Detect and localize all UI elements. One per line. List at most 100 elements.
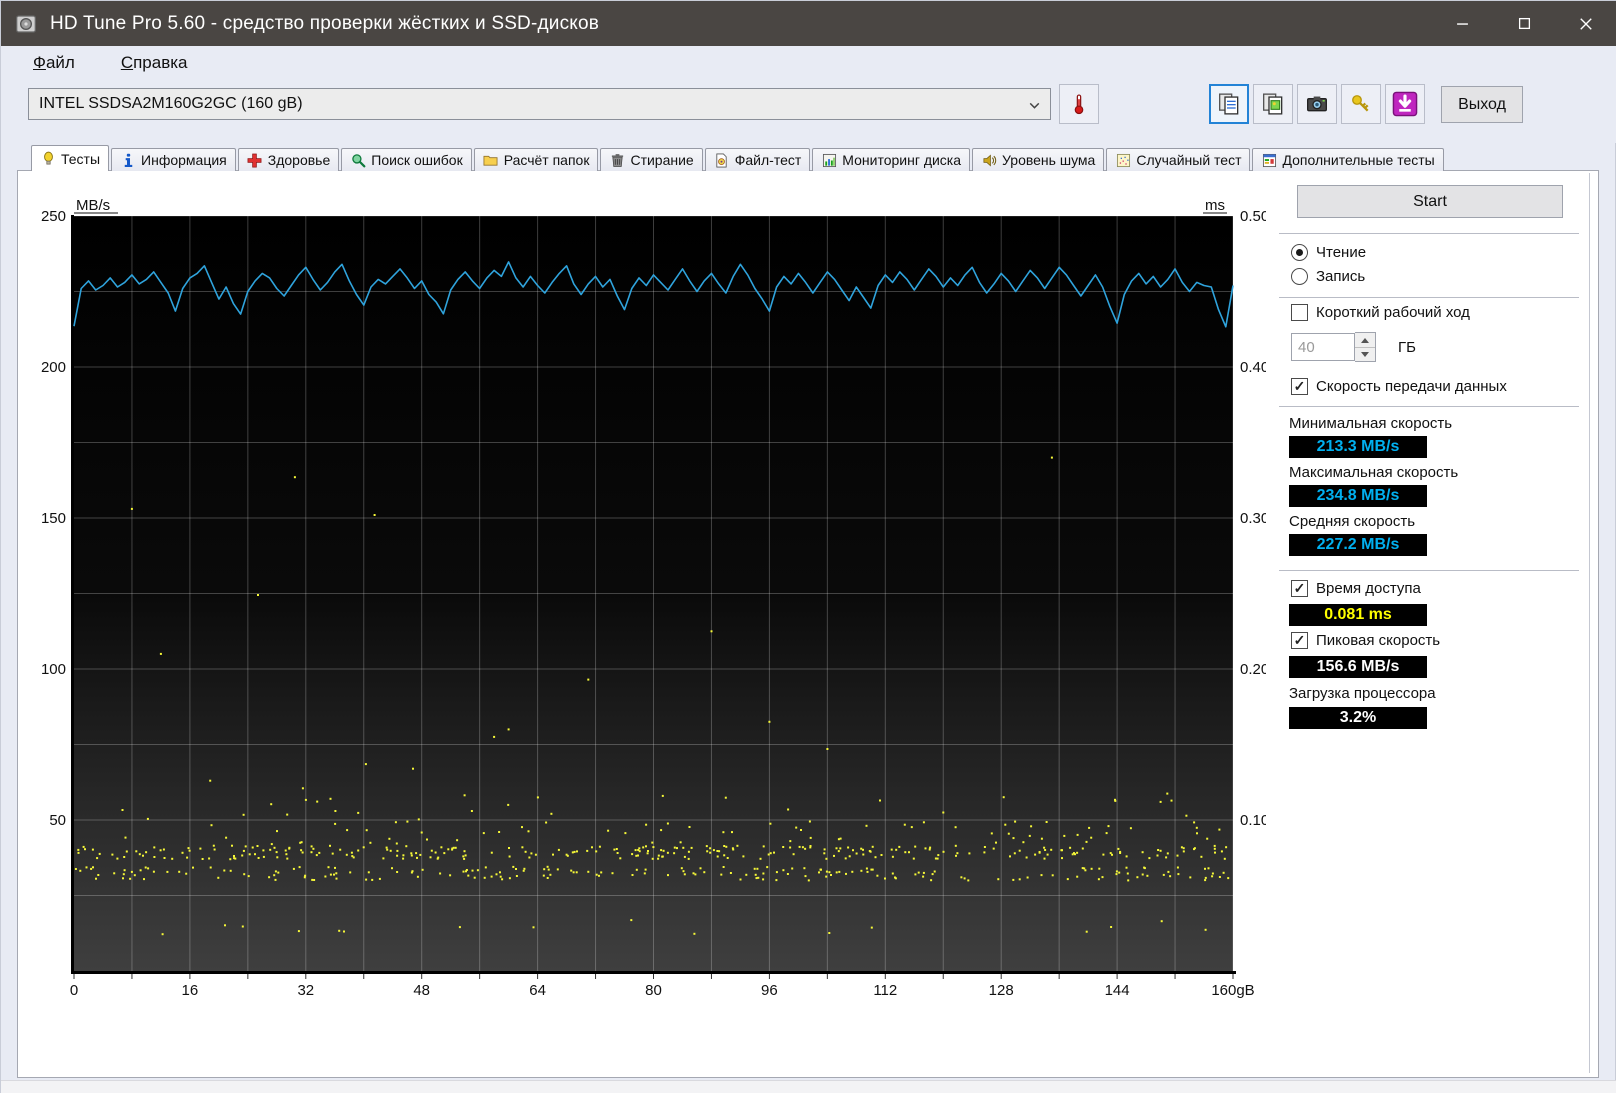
temperature-button[interactable]: [1059, 84, 1099, 124]
x-axis-tick: 144: [1105, 982, 1130, 999]
app-icon: [14, 11, 40, 37]
x-axis-line: [71, 971, 1236, 974]
copy-text-button[interactable]: [1209, 84, 1249, 124]
tab-уровень-шума[interactable]: Уровень шума: [972, 148, 1104, 171]
capacity-stepper[interactable]: [1355, 332, 1376, 362]
capacity-unit-label: ГБ: [1398, 339, 1416, 356]
checkbox-unchecked-icon: [1291, 304, 1308, 321]
capacity-input[interactable]: 40: [1291, 333, 1355, 361]
x-axis-tick: 64: [529, 982, 546, 999]
access-time-value: 0.081 ms: [1289, 604, 1427, 626]
left-axis-tick: 150: [41, 510, 66, 527]
tab-label: Здоровье: [268, 152, 331, 168]
right-axis-tick: 0.10: [1240, 812, 1266, 829]
access-time-checkbox[interactable]: ✓ Время доступа: [1291, 580, 1421, 597]
cpu-usage-value: 3.2%: [1289, 707, 1427, 729]
screenshot-button[interactable]: [1297, 84, 1337, 124]
checkbox-checked-icon: ✓: [1291, 378, 1308, 395]
tab-label: Мониторинг диска: [842, 152, 961, 168]
menu-item-file[interactable]: Файл: [19, 49, 89, 77]
tab-label: Поиск ошибок: [371, 152, 462, 168]
options-button[interactable]: [1341, 84, 1381, 124]
tab-label: Стирание: [630, 152, 693, 168]
read-radio[interactable]: Чтение: [1291, 244, 1366, 261]
left-axis-tick: 50: [49, 812, 66, 829]
x-axis-tick: 128: [989, 982, 1014, 999]
tab-здоровье[interactable]: Здоровье: [238, 148, 340, 171]
arrow-up-icon: [1361, 338, 1369, 343]
separator: [1279, 406, 1579, 407]
drive-select[interactable]: INTEL SSDSA2M160G2GC (160 gB): [28, 88, 1051, 120]
metric-value: 227.2 MB/s: [1289, 534, 1427, 556]
tab-label: Информация: [141, 152, 227, 168]
tab-label: Расчёт папок: [504, 152, 590, 168]
write-radio-label: Запись: [1316, 268, 1365, 285]
left-axis-tick: 250: [41, 208, 66, 225]
close-button[interactable]: [1555, 1, 1616, 46]
close-icon: [1579, 17, 1593, 31]
tab-стирание[interactable]: Стирание: [600, 148, 702, 171]
right-axis-tick: 0.50: [1240, 208, 1266, 225]
tab-дополнительные-тесты[interactable]: Дополнительные тесты: [1252, 148, 1443, 171]
copy-image-icon: [1261, 92, 1285, 116]
burst-rate-checkbox[interactable]: ✓ Пиковая скорость: [1291, 632, 1440, 649]
info-icon: [120, 152, 136, 168]
test-control-panel: Start Чтение Запись Короткий рабочий ход…: [1271, 170, 1589, 1075]
copy-image-button[interactable]: [1253, 84, 1293, 124]
minimize-button[interactable]: [1431, 1, 1493, 46]
maximize-button[interactable]: [1493, 1, 1555, 46]
menu-bar: Файл Справка: [1, 46, 1616, 80]
tab-файл-тест[interactable]: Файл-тест: [705, 148, 811, 171]
checkbox-checked-icon: ✓: [1291, 580, 1308, 597]
exit-button[interactable]: Выход: [1441, 86, 1523, 123]
x-axis-tick: 112: [873, 982, 897, 999]
left-axis-tick: 200: [41, 359, 66, 376]
speaker-icon: [981, 152, 997, 168]
short-stroke-checkbox[interactable]: Короткий рабочий ход: [1291, 304, 1470, 321]
tab-label: Дополнительные тесты: [1282, 152, 1434, 168]
tab-случайный-тест[interactable]: Случайный тест: [1106, 148, 1250, 171]
transfer-rate-label: Скорость передачи данных: [1316, 378, 1507, 395]
tab-label: Файл-тест: [735, 152, 802, 168]
tab-тесты[interactable]: Тесты: [31, 145, 109, 171]
right-axis-tick: 0.30: [1240, 510, 1266, 527]
maximize-icon: [1518, 17, 1531, 30]
metric-value: 234.8 MB/s: [1289, 485, 1427, 507]
read-radio-label: Чтение: [1316, 244, 1366, 261]
metric-label: Максимальная скорость: [1289, 464, 1458, 481]
write-radio[interactable]: Запись: [1291, 268, 1365, 285]
window-title: HD Tune Pro 5.60 - средство проверки жёс…: [50, 13, 599, 35]
save-results-button[interactable]: [1385, 84, 1425, 124]
arrow-down-icon: [1361, 352, 1369, 357]
tab-bar: Тесты Информация Здоровье Поиск ошибок Расчё…: [31, 145, 1446, 171]
thermometer-icon: [1068, 93, 1090, 115]
x-axis-tick: 96: [761, 982, 778, 999]
x-axis-tick: 16: [182, 982, 199, 999]
drive-select-value: INTEL SSDSA2M160G2GC (160 gB): [39, 95, 303, 113]
transfer-rate-checkbox[interactable]: ✓ Скорость передачи данных: [1291, 378, 1507, 395]
save-icon: [1392, 91, 1418, 117]
status-bar: [1, 1080, 1616, 1093]
tab-расчёт-папок[interactable]: Расчёт папок: [474, 148, 599, 171]
stepper-down-button[interactable]: [1355, 347, 1375, 361]
menu-item-help[interactable]: Справка: [107, 49, 202, 77]
random-test-icon: [1115, 152, 1131, 168]
tab-поиск-ошибок[interactable]: Поиск ошибок: [341, 148, 471, 171]
burst-rate-label: Пиковая скорость: [1316, 632, 1440, 649]
metric-label: Минимальная скорость: [1289, 415, 1452, 432]
tab-мониторинг-диска[interactable]: Мониторинг диска: [812, 148, 970, 171]
start-button[interactable]: Start: [1297, 185, 1563, 218]
metric-label: Средняя скорость: [1289, 513, 1415, 530]
hd-tune-window: { "window": { "title": "HD Tune Pro 5.60…: [0, 0, 1616, 1093]
benchmark-chart: MB/s25020015010050ms0.500.400.300.200.10…: [1, 170, 1266, 1020]
title-bar: HD Tune Pro 5.60 - средство проверки жёс…: [1, 1, 1616, 46]
extra-tests-icon: [1261, 152, 1277, 168]
file-test-icon: [714, 152, 730, 168]
cpu-usage-label: Загрузка процессора: [1289, 685, 1436, 702]
tab-информация[interactable]: Информация: [111, 148, 236, 171]
short-stroke-label: Короткий рабочий ход: [1316, 304, 1470, 321]
radio-selected-icon: [1291, 244, 1308, 261]
stepper-up-button[interactable]: [1355, 333, 1375, 347]
copy-text-icon: [1217, 92, 1241, 116]
separator: [1279, 297, 1579, 298]
